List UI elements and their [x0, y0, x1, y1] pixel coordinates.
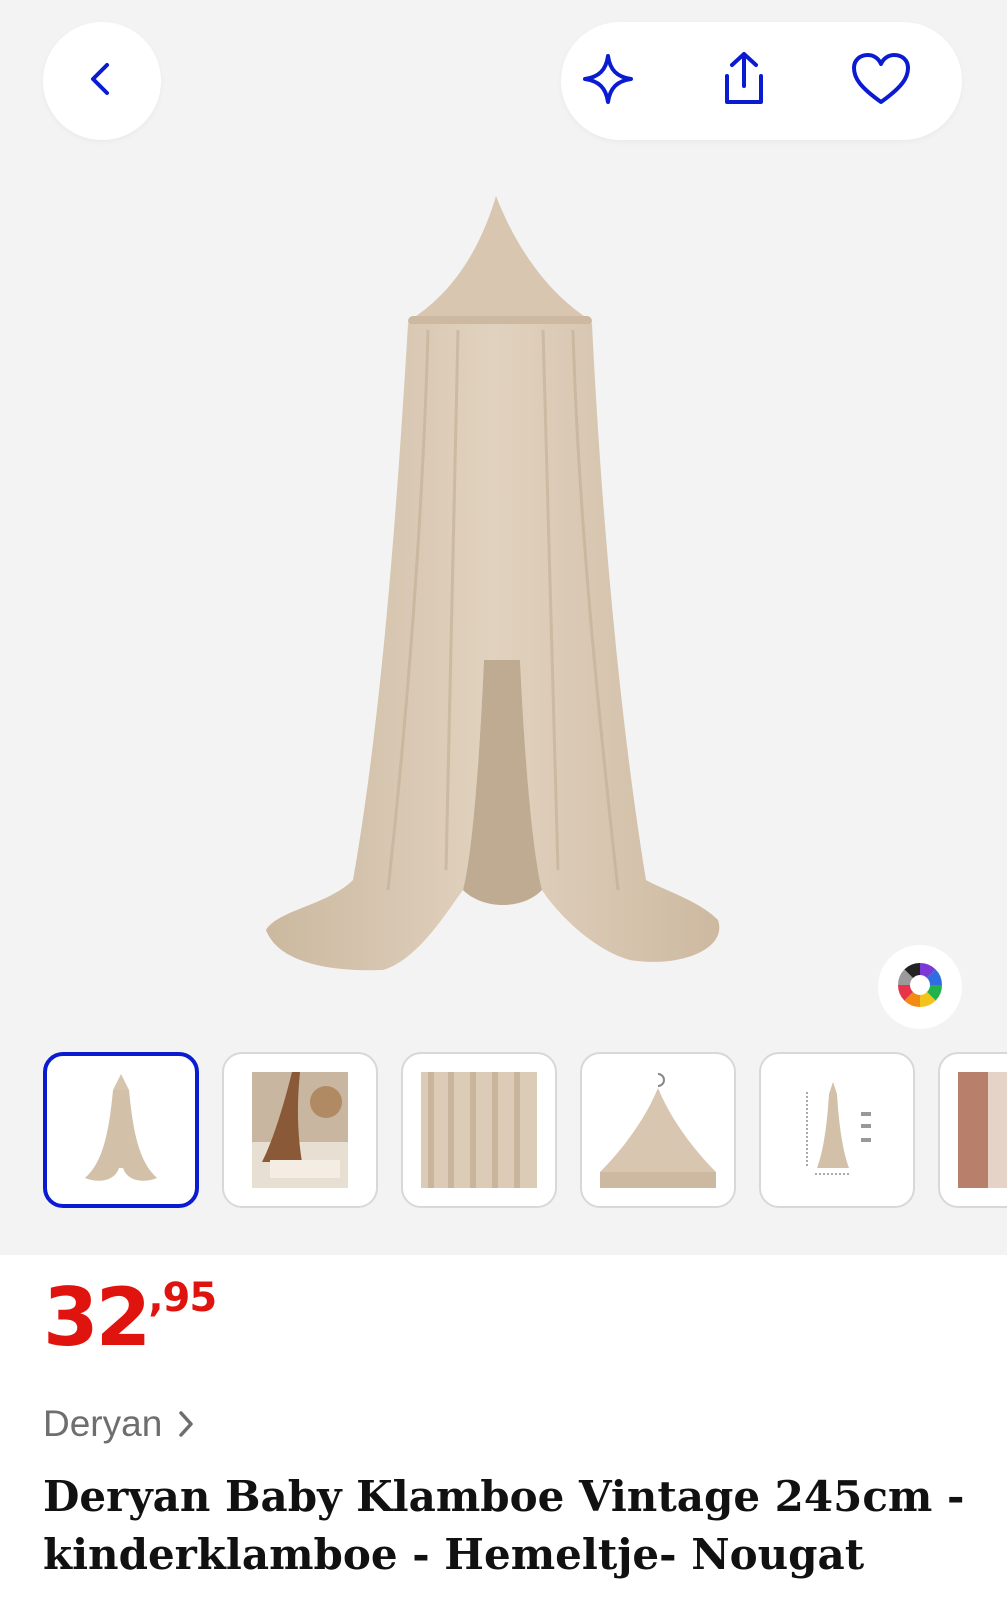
thumbnail-6[interactable]	[938, 1052, 1007, 1208]
product-main-image[interactable]	[258, 190, 748, 1000]
color-wheel-icon	[895, 960, 945, 1015]
share-button[interactable]	[707, 44, 781, 118]
back-button[interactable]	[43, 22, 161, 140]
product-gallery[interactable]	[0, 0, 1007, 1255]
sparkle-button[interactable]	[571, 44, 645, 118]
share-icon	[717, 50, 771, 113]
product-price: 32,95	[43, 1275, 217, 1358]
sparkle-icon	[581, 52, 635, 111]
thumbnail-1[interactable]	[43, 1052, 199, 1208]
heart-icon	[850, 51, 912, 112]
brand-name: Deryan	[43, 1403, 163, 1444]
thumbnail-4[interactable]	[580, 1052, 736, 1208]
chevron-right-icon	[176, 1409, 196, 1439]
product-title: Deryan Baby Klamboe Vintage 245cm - kind…	[43, 1472, 965, 1579]
thumbnail-2[interactable]	[222, 1052, 378, 1208]
thumbnail-5[interactable]	[759, 1052, 915, 1208]
price-integer: 32	[43, 1271, 151, 1364]
thumbnail-3[interactable]	[401, 1052, 557, 1208]
brand-link[interactable]: Deryan	[43, 1403, 196, 1445]
price-decimals: ,95	[148, 1275, 217, 1321]
chevron-left-icon	[82, 59, 122, 104]
thumbnail-strip[interactable]	[43, 1052, 1007, 1212]
action-pill	[561, 22, 962, 140]
color-options-button[interactable]	[878, 945, 962, 1029]
favorite-button[interactable]	[844, 44, 918, 118]
